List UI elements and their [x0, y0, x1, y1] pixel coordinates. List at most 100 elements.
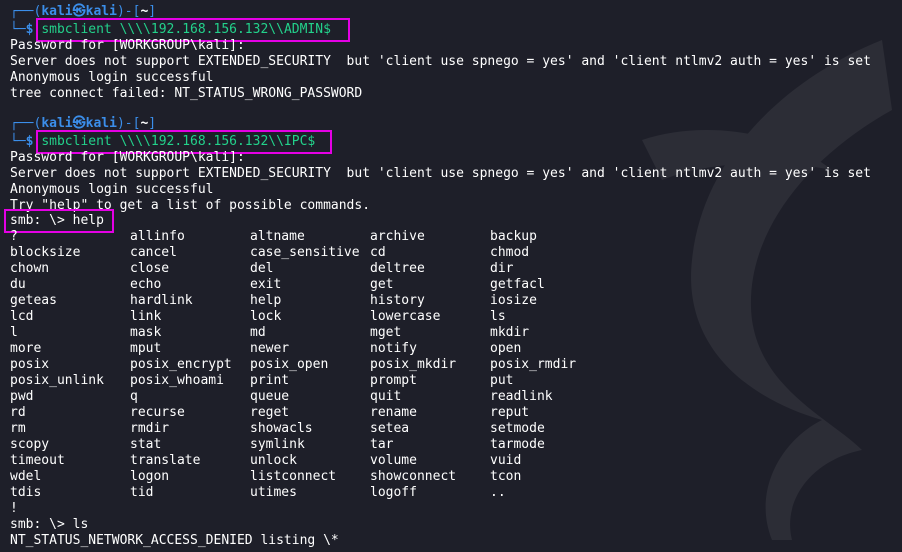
- help-command-item: dir: [490, 261, 514, 276]
- help-command-item: del: [250, 261, 274, 276]
- help-command-item: wdel: [10, 469, 42, 484]
- smb-ls-command: smb: \> ls: [10, 517, 89, 532]
- help-command-item: chown: [10, 261, 50, 276]
- help-command-item: exit: [250, 277, 282, 292]
- help-command-item: ?: [10, 229, 18, 244]
- help-command-item: symlink: [250, 437, 305, 452]
- help-command-item: queue: [250, 389, 290, 404]
- help-command-item: unlock: [250, 453, 297, 468]
- help-command-item: posix_whoami: [130, 373, 224, 388]
- help-command-item: lowercase: [370, 309, 441, 324]
- output-line: Password for [WORKGROUP\kali]:: [10, 38, 245, 53]
- help-command-item: utimes: [250, 485, 297, 500]
- help-command-item: mask: [130, 325, 162, 340]
- highlight-box-help: [4, 209, 114, 233]
- help-command-item: print: [250, 373, 290, 388]
- help-command-item: ..: [490, 485, 506, 500]
- help-command-item: posix_unlink: [10, 373, 104, 388]
- help-command-item: geteas: [10, 293, 57, 308]
- help-command-item: echo: [130, 277, 162, 292]
- help-command-item: reget: [250, 405, 290, 420]
- help-command-item: volume: [370, 453, 417, 468]
- help-command-item: listconnect: [250, 469, 337, 484]
- help-command-item: chmod: [490, 245, 530, 260]
- help-command-item: altname: [250, 229, 305, 244]
- help-command-item: posix: [10, 357, 50, 372]
- prompt-dir: ~: [140, 116, 149, 131]
- help-command-item: logon: [130, 469, 170, 484]
- output-line: Anonymous login successful: [10, 70, 214, 85]
- help-command-item: readlink: [490, 389, 553, 404]
- help-command-item: q: [130, 389, 138, 404]
- help-command-item: rm: [10, 421, 26, 436]
- help-command-item: recurse: [130, 405, 185, 420]
- help-command-item: logoff: [370, 485, 417, 500]
- prompt-host: kali: [85, 116, 117, 131]
- help-command-item: archive: [370, 229, 425, 244]
- help-command-item: showconnect: [370, 469, 457, 484]
- help-command-item: get: [370, 277, 394, 292]
- ls-error-output: NT_STATUS_NETWORK_ACCESS_DENIED listing …: [10, 533, 339, 548]
- help-command-item: setea: [370, 421, 410, 436]
- help-command-item: md: [250, 325, 266, 340]
- output-line: Anonymous login successful: [10, 182, 214, 197]
- help-command-item: mput: [130, 341, 162, 356]
- help-command-item: notify: [370, 341, 417, 356]
- help-command-item: deltree: [370, 261, 425, 276]
- help-command-item: lcd: [10, 309, 34, 324]
- help-command-item: quit: [370, 389, 402, 404]
- help-command-item: rd: [10, 405, 26, 420]
- help-command-item: scopy: [10, 437, 50, 452]
- help-command-item: posix_encrypt: [130, 357, 232, 372]
- help-command-item: help: [250, 293, 282, 308]
- help-command-item: tid: [130, 485, 154, 500]
- terminal-window[interactable]: ┌──(kali㉿kali)-[~] └─$ smbclient \\\\192…: [0, 0, 902, 552]
- help-command-item: !: [10, 501, 18, 516]
- help-command-item: timeout: [10, 453, 65, 468]
- help-command-item: getfacl: [490, 277, 545, 292]
- help-command-item: blocksize: [10, 245, 81, 260]
- help-command-item: lock: [250, 309, 282, 324]
- help-command-item: tdis: [10, 485, 42, 500]
- prompt-at: ㉿: [72, 4, 86, 19]
- help-command-item: posix_mkdir: [370, 357, 457, 372]
- prompt-host: kali: [85, 4, 117, 19]
- help-command-item: tar: [370, 437, 394, 452]
- help-command-item: close: [130, 261, 170, 276]
- help-command-item: prompt: [370, 373, 417, 388]
- help-command-item: backup: [490, 229, 537, 244]
- help-command-item: tarmode: [490, 437, 545, 452]
- help-command-item: open: [490, 341, 522, 356]
- help-command-item: link: [130, 309, 162, 324]
- help-command-item: mkdir: [490, 325, 530, 340]
- help-command-item: cd: [370, 245, 386, 260]
- help-command-item: rename: [370, 405, 417, 420]
- prompt-dir: ~: [140, 4, 149, 19]
- help-command-item: more: [10, 341, 42, 356]
- kali-dragon-watermark: [642, 40, 892, 540]
- output-line: Password for [WORKGROUP\kali]:: [10, 150, 245, 165]
- help-command-item: allinfo: [130, 229, 185, 244]
- prompt-user: kali: [41, 116, 73, 131]
- help-command-item: vuid: [490, 453, 522, 468]
- help-command-item: showacls: [250, 421, 313, 436]
- help-command-item: cancel: [130, 245, 177, 260]
- help-command-item: posix_rmdir: [490, 357, 577, 372]
- help-command-item: hardlink: [130, 293, 193, 308]
- help-command-item: l: [10, 325, 18, 340]
- prompt-at: ㉿: [72, 116, 86, 131]
- output-line: tree connect failed: NT_STATUS_WRONG_PAS…: [10, 86, 363, 101]
- prompt-user: kali: [41, 4, 73, 19]
- output-line: Server does not support EXTENDED_SECURIT…: [10, 54, 871, 69]
- help-command-item: rmdir: [130, 421, 170, 436]
- help-command-item: ls: [490, 309, 506, 324]
- help-command-item: history: [370, 293, 425, 308]
- help-command-item: reput: [490, 405, 530, 420]
- output-line: Server does not support EXTENDED_SECURIT…: [10, 166, 871, 181]
- help-command-item: translate: [130, 453, 201, 468]
- help-command-item: pwd: [10, 389, 34, 404]
- help-command-item: put: [490, 373, 514, 388]
- help-command-item: newer: [250, 341, 290, 356]
- help-command-item: du: [10, 277, 26, 292]
- help-command-item: stat: [130, 437, 162, 452]
